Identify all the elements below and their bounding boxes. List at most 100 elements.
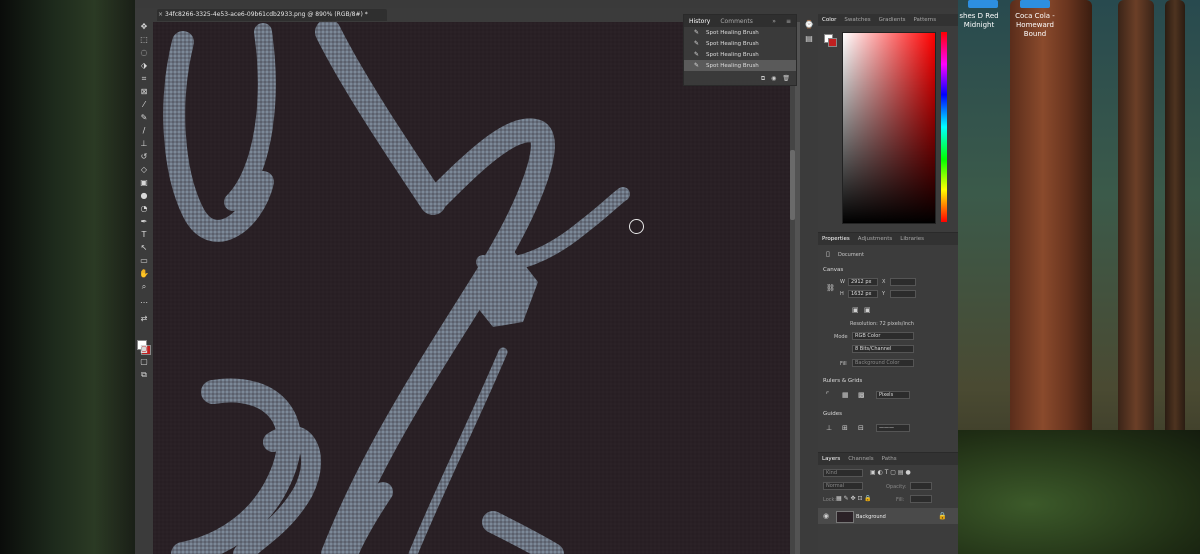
smart-guides-icon[interactable]: ⊟: [858, 424, 864, 432]
fill-opacity-label: Fill:: [896, 497, 905, 503]
comments-panel-icon[interactable]: ▤: [804, 34, 814, 43]
history-state-selected[interactable]: ✎ Spot Healing Brush: [684, 60, 796, 71]
guide-icon[interactable]: ⊥: [826, 424, 832, 432]
mode-select[interactable]: RGB Color: [852, 332, 914, 340]
quick-mask-icon[interactable]: ◙: [139, 344, 149, 353]
panel-menu-icon[interactable]: ≡: [781, 18, 796, 25]
layer-filter-icons[interactable]: ▣ ◐ T ▢ ▤ ●: [870, 469, 911, 477]
guides-header[interactable]: Guides: [823, 411, 842, 417]
canvas-section-header[interactable]: Canvas: [823, 267, 843, 273]
tab-channels[interactable]: Channels: [844, 456, 877, 462]
history-brush-tool-icon[interactable]: ↺: [139, 152, 149, 161]
width-field[interactable]: 2912 px: [848, 278, 878, 286]
frame-tool-icon[interactable]: ⊠: [139, 87, 149, 96]
history-panel-icon[interactable]: ⌚: [804, 20, 814, 29]
guide-style-select[interactable]: ———: [876, 424, 910, 432]
tab-layers[interactable]: Layers: [818, 456, 844, 462]
crop-tool-icon[interactable]: ⌗: [139, 74, 149, 83]
hue-slider[interactable]: [941, 32, 947, 222]
eye-icon[interactable]: ◉: [823, 512, 829, 520]
portrait-orientation-icon[interactable]: ▣: [852, 306, 859, 314]
object-select-tool-icon[interactable]: ⬗: [139, 61, 149, 70]
desktop-file-icon[interactable]: [968, 0, 998, 8]
eyedropper-tool-icon[interactable]: ⁄: [139, 100, 149, 109]
camera-snapshot-icon[interactable]: ◉: [771, 75, 776, 83]
background-chip[interactable]: [828, 38, 837, 47]
x-field[interactable]: [890, 278, 916, 286]
canvas-scrollbar[interactable]: [790, 22, 795, 554]
move-tool-icon[interactable]: ✥: [139, 22, 149, 31]
blur-tool-icon[interactable]: ●: [139, 191, 149, 200]
spot-healing-tool-icon[interactable]: ✎: [139, 113, 149, 122]
more-tools-icon[interactable]: ⋯: [139, 298, 149, 307]
eraser-tool-icon[interactable]: ◇: [139, 165, 149, 174]
tab-gradients[interactable]: Gradients: [875, 17, 910, 23]
units-select[interactable]: Pixels: [876, 391, 910, 399]
mode-label: Mode: [834, 334, 848, 340]
tab-patterns[interactable]: Patterns: [909, 17, 940, 23]
lock-icons[interactable]: ▦ ✎ ✥ ⊡ 🔒: [836, 495, 872, 503]
tab-comments[interactable]: Comments: [715, 18, 758, 25]
tab-paths[interactable]: Paths: [878, 456, 901, 462]
rulers-grids-header[interactable]: Rulers & Grids: [823, 378, 862, 384]
edit-toolbar-icon[interactable]: ⧉: [139, 370, 149, 379]
gradient-tool-icon[interactable]: ▣: [139, 178, 149, 187]
path-select-tool-icon[interactable]: ↖: [139, 243, 149, 252]
layer-lock-icon[interactable]: 🔒: [938, 512, 947, 520]
bit-depth-select[interactable]: 8 Bits/Channel: [852, 345, 914, 353]
document-tab[interactable]: × 34fc8266-3325-4e53-ace6-09b61cdb2933.p…: [157, 9, 387, 21]
new-document-from-state-icon[interactable]: ⧉: [761, 75, 765, 83]
pixel-grid-icon[interactable]: ▩: [858, 391, 865, 399]
fill-opacity-field[interactable]: [910, 495, 932, 503]
fill-select[interactable]: Background Color: [852, 359, 914, 367]
coca-cola-script-artwork: [153, 22, 793, 554]
pen-tool-icon[interactable]: ✒: [139, 217, 149, 226]
y-field[interactable]: [890, 290, 916, 298]
type-tool-icon[interactable]: T: [139, 230, 149, 239]
history-state[interactable]: ✎ Spot Healing Brush: [684, 38, 796, 49]
panel-collapse-icon[interactable]: »: [767, 18, 781, 25]
ruler-icon[interactable]: ⌜: [826, 391, 829, 399]
resolution-text: Resolution: 72 pixels/inch: [850, 321, 914, 327]
guide-layout-icon[interactable]: ⊞: [842, 424, 848, 432]
trash-icon[interactable]: 🗑: [782, 75, 790, 83]
dodge-tool-icon[interactable]: ◔: [139, 204, 149, 213]
lasso-tool-icon[interactable]: ◌: [139, 48, 149, 57]
document-label: Document: [838, 252, 864, 258]
stamp-tool-icon[interactable]: ⊥: [139, 139, 149, 148]
tab-color[interactable]: Color: [818, 17, 840, 23]
desktop-file-icon[interactable]: [1020, 0, 1050, 8]
history-state[interactable]: ✎ Spot Healing Brush: [684, 49, 796, 60]
desktop-file-label[interactable]: Coca Cola - Homeward Bound: [1008, 12, 1062, 39]
right-panel-dock: Color Swatches Gradients Patterns Proper…: [818, 14, 958, 554]
tab-libraries[interactable]: Libraries: [896, 236, 928, 242]
healing-brush-icon: ✎: [694, 62, 700, 69]
tab-swatches[interactable]: Swatches: [840, 17, 874, 23]
marquee-tool-icon[interactable]: ⬚: [139, 35, 149, 44]
rectangle-tool-icon[interactable]: ▭: [139, 256, 149, 265]
color-picker-field[interactable]: [842, 32, 936, 224]
desktop-wallpaper-left: [0, 0, 135, 554]
canvas-scroll-thumb[interactable]: [790, 150, 795, 220]
swap-colors-icon[interactable]: ⇄: [139, 314, 149, 323]
opacity-field[interactable]: [910, 482, 932, 490]
tab-adjustments[interactable]: Adjustments: [854, 236, 896, 242]
history-state[interactable]: ✎ Spot Healing Brush: [684, 27, 796, 38]
grid-icon[interactable]: ▦: [842, 391, 849, 399]
landscape-orientation-icon[interactable]: ▣: [864, 306, 871, 314]
hand-tool-icon[interactable]: ✋: [139, 269, 149, 278]
screen-mode-icon[interactable]: ▢: [139, 357, 149, 366]
document-tab-title: 34fc8266-3325-4e53-ace6-09b61cdb2933.png…: [165, 11, 368, 18]
zoom-tool-icon[interactable]: ⌕: [139, 282, 149, 291]
height-field[interactable]: 1632 px: [848, 290, 878, 298]
tab-properties[interactable]: Properties: [818, 236, 854, 242]
close-tab-icon[interactable]: ×: [158, 9, 163, 21]
brush-tool-icon[interactable]: /: [139, 126, 149, 135]
link-icon[interactable]: ⛓: [826, 284, 835, 292]
document-canvas[interactable]: [153, 22, 793, 554]
desktop-file-label[interactable]: shes D Red Midnight: [952, 12, 1006, 30]
layer-kind-filter[interactable]: Kind: [823, 469, 863, 477]
tab-history[interactable]: History: [684, 18, 715, 25]
blend-mode-select[interactable]: Normal: [823, 482, 863, 490]
layer-name[interactable]: Background: [856, 514, 886, 520]
